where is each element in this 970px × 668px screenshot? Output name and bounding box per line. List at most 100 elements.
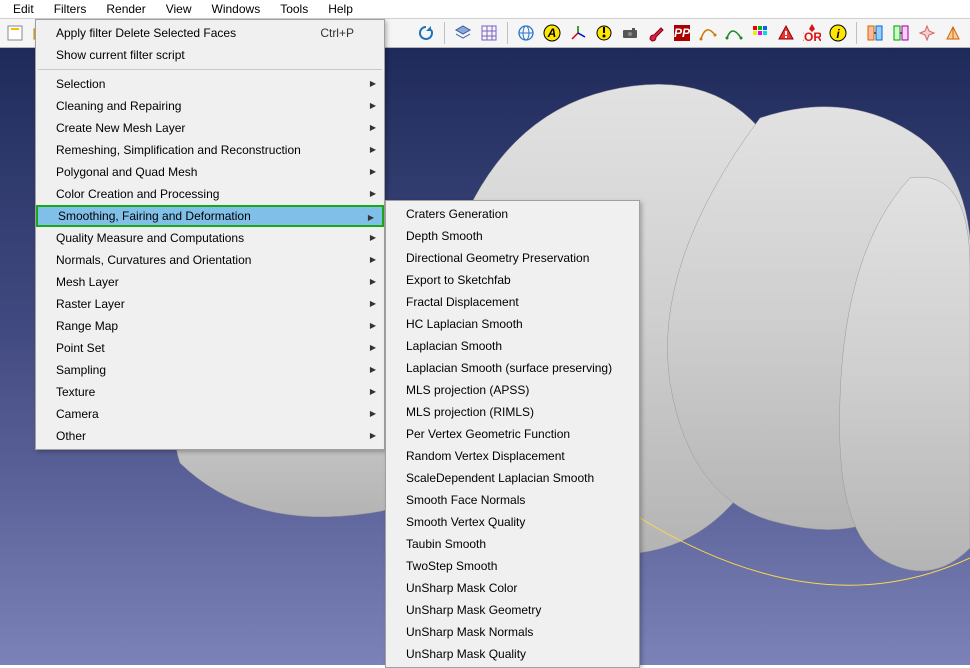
smoothing-item[interactable]: UnSharp Mask Geometry bbox=[386, 599, 639, 621]
menu-item-label: Apply filter Delete Selected Faces bbox=[56, 26, 236, 40]
menu-item-label: Sampling bbox=[56, 363, 106, 377]
menu-item-label: Normals, Curvatures and Orientation bbox=[56, 253, 251, 267]
menu-item-label: Export to Sketchfab bbox=[406, 273, 511, 287]
filters-cat-texture[interactable]: Texture bbox=[36, 381, 384, 403]
smoothing-item[interactable]: UnSharp Mask Color bbox=[386, 577, 639, 599]
svg-text:GEOREF: GEOREF bbox=[803, 30, 821, 43]
smoothing-item[interactable]: Per Vertex Geometric Function bbox=[386, 423, 639, 445]
smoothing-item[interactable]: Craters Generation bbox=[386, 203, 639, 225]
new-project-icon[interactable] bbox=[3, 21, 27, 45]
menu-filters[interactable]: Filters bbox=[44, 0, 97, 18]
filters-cat-color[interactable]: Color Creation and Processing bbox=[36, 183, 384, 205]
menu-item-label: Color Creation and Processing bbox=[56, 187, 219, 201]
info-icon[interactable]: i bbox=[826, 21, 850, 45]
filters-cat-camera[interactable]: Camera bbox=[36, 403, 384, 425]
menu-item-label: Fractal Displacement bbox=[406, 295, 519, 309]
smoothing-item[interactable]: Fractal Displacement bbox=[386, 291, 639, 313]
menu-separator bbox=[38, 69, 382, 70]
filters-cat-selection[interactable]: Selection bbox=[36, 73, 384, 95]
menu-item-label: Mesh Layer bbox=[56, 275, 119, 289]
filters-cat-raster-layer[interactable]: Raster Layer bbox=[36, 293, 384, 315]
menubar: Edit Filters Render View Windows Tools H… bbox=[0, 0, 970, 19]
filters-cat-polygonal[interactable]: Polygonal and Quad Mesh bbox=[36, 161, 384, 183]
sparkle-icon[interactable] bbox=[915, 21, 939, 45]
smoothing-item[interactable]: MLS projection (APSS) bbox=[386, 379, 639, 401]
grid-icon[interactable] bbox=[477, 21, 501, 45]
pyramid-icon[interactable] bbox=[941, 21, 965, 45]
smoothing-item[interactable]: Laplacian Smooth bbox=[386, 335, 639, 357]
menu-item-label: Smoothing, Fairing and Deformation bbox=[58, 209, 251, 223]
menu-item-label: Range Map bbox=[56, 319, 118, 333]
menu-item-label: Raster Layer bbox=[56, 297, 125, 311]
georef-icon[interactable]: GEOREF bbox=[800, 21, 824, 45]
smoothing-item[interactable]: Smooth Vertex Quality bbox=[386, 511, 639, 533]
smoothing-item[interactable]: Depth Smooth bbox=[386, 225, 639, 247]
toolbar-separator bbox=[444, 22, 445, 44]
smoothing-item[interactable]: ScaleDependent Laplacian Smooth bbox=[386, 467, 639, 489]
smoothing-item[interactable]: Random Vertex Displacement bbox=[386, 445, 639, 467]
filters-cat-sampling[interactable]: Sampling bbox=[36, 359, 384, 381]
menu-item-label: Point Set bbox=[56, 341, 105, 355]
warning-icon[interactable] bbox=[774, 21, 798, 45]
smoothing-item[interactable]: HC Laplacian Smooth bbox=[386, 313, 639, 335]
menu-item-label: Laplacian Smooth (surface preserving) bbox=[406, 361, 612, 375]
smoothing-item[interactable]: MLS projection (RIMLS) bbox=[386, 401, 639, 423]
menu-item-label: Random Vertex Displacement bbox=[406, 449, 565, 463]
menu-item-label: Remeshing, Simplification and Reconstruc… bbox=[56, 143, 301, 157]
curve-a-icon[interactable] bbox=[696, 21, 720, 45]
axes-icon[interactable] bbox=[566, 21, 590, 45]
menu-windows[interactable]: Windows bbox=[202, 0, 271, 18]
filters-cat-normals[interactable]: Normals, Curvatures and Orientation bbox=[36, 249, 384, 271]
palette-icon[interactable] bbox=[748, 21, 772, 45]
menu-item-label: MLS projection (APSS) bbox=[406, 383, 529, 397]
smoothing-item[interactable]: Directional Geometry Preservation bbox=[386, 247, 639, 269]
filters-cat-other[interactable]: Other bbox=[36, 425, 384, 447]
filters-cat-create-layer[interactable]: Create New Mesh Layer bbox=[36, 117, 384, 139]
menu-item-label: UnSharp Mask Geometry bbox=[406, 603, 541, 617]
filters-cat-quality[interactable]: Quality Measure and Computations bbox=[36, 227, 384, 249]
transfer-a-icon[interactable] bbox=[863, 21, 887, 45]
smoothing-item[interactable]: UnSharp Mask Quality bbox=[386, 643, 639, 665]
smoothing-item[interactable]: Export to Sketchfab bbox=[386, 269, 639, 291]
menu-view[interactable]: View bbox=[156, 0, 202, 18]
menu-item-label: Cleaning and Repairing bbox=[56, 99, 181, 113]
filters-cat-smoothing[interactable]: Smoothing, Fairing and Deformation bbox=[36, 205, 384, 227]
svg-text:PP: PP bbox=[674, 26, 691, 40]
menu-item-label: Laplacian Smooth bbox=[406, 339, 502, 353]
filters-cat-point-set[interactable]: Point Set bbox=[36, 337, 384, 359]
smoothing-item[interactable]: TwoStep Smooth bbox=[386, 555, 639, 577]
smoothing-item[interactable]: Laplacian Smooth (surface preserving) bbox=[386, 357, 639, 379]
smoothing-item[interactable]: UnSharp Mask Normals bbox=[386, 621, 639, 643]
smoothing-submenu: Craters Generation Depth Smooth Directio… bbox=[385, 200, 640, 668]
filters-cat-mesh-layer[interactable]: Mesh Layer bbox=[36, 271, 384, 293]
pp-icon[interactable]: PP bbox=[670, 21, 694, 45]
transfer-b-icon[interactable] bbox=[889, 21, 913, 45]
smoothing-item[interactable]: Smooth Face Normals bbox=[386, 489, 639, 511]
menu-tools[interactable]: Tools bbox=[270, 0, 318, 18]
smoothing-item[interactable]: Taubin Smooth bbox=[386, 533, 639, 555]
filters-cat-remeshing[interactable]: Remeshing, Simplification and Reconstruc… bbox=[36, 139, 384, 161]
filters-show-script[interactable]: Show current filter script bbox=[36, 44, 384, 66]
menu-item-label: Directional Geometry Preservation bbox=[406, 251, 589, 265]
menu-item-label: Taubin Smooth bbox=[406, 537, 486, 551]
pin-icon[interactable] bbox=[592, 21, 616, 45]
filters-cat-range-map[interactable]: Range Map bbox=[36, 315, 384, 337]
curve-b-icon[interactable] bbox=[722, 21, 746, 45]
menu-item-label: Craters Generation bbox=[406, 207, 508, 221]
filters-apply-last[interactable]: Apply filter Delete Selected Faces Ctrl+… bbox=[36, 22, 384, 44]
camera-icon[interactable] bbox=[618, 21, 642, 45]
menu-item-label: HC Laplacian Smooth bbox=[406, 317, 523, 331]
layers-icon[interactable] bbox=[451, 21, 475, 45]
reload-icon[interactable] bbox=[414, 21, 438, 45]
menu-item-label: Smooth Face Normals bbox=[406, 493, 525, 507]
annotate-icon[interactable]: A bbox=[540, 21, 564, 45]
filters-cat-cleaning[interactable]: Cleaning and Repairing bbox=[36, 95, 384, 117]
globe-icon[interactable] bbox=[514, 21, 538, 45]
svg-text:A: A bbox=[547, 26, 557, 40]
menu-render[interactable]: Render bbox=[96, 0, 155, 18]
menu-edit[interactable]: Edit bbox=[3, 0, 44, 18]
toolbar-separator bbox=[507, 22, 508, 44]
brush-icon[interactable] bbox=[644, 21, 668, 45]
menu-item-label: Texture bbox=[56, 385, 95, 399]
menu-help[interactable]: Help bbox=[318, 0, 363, 18]
